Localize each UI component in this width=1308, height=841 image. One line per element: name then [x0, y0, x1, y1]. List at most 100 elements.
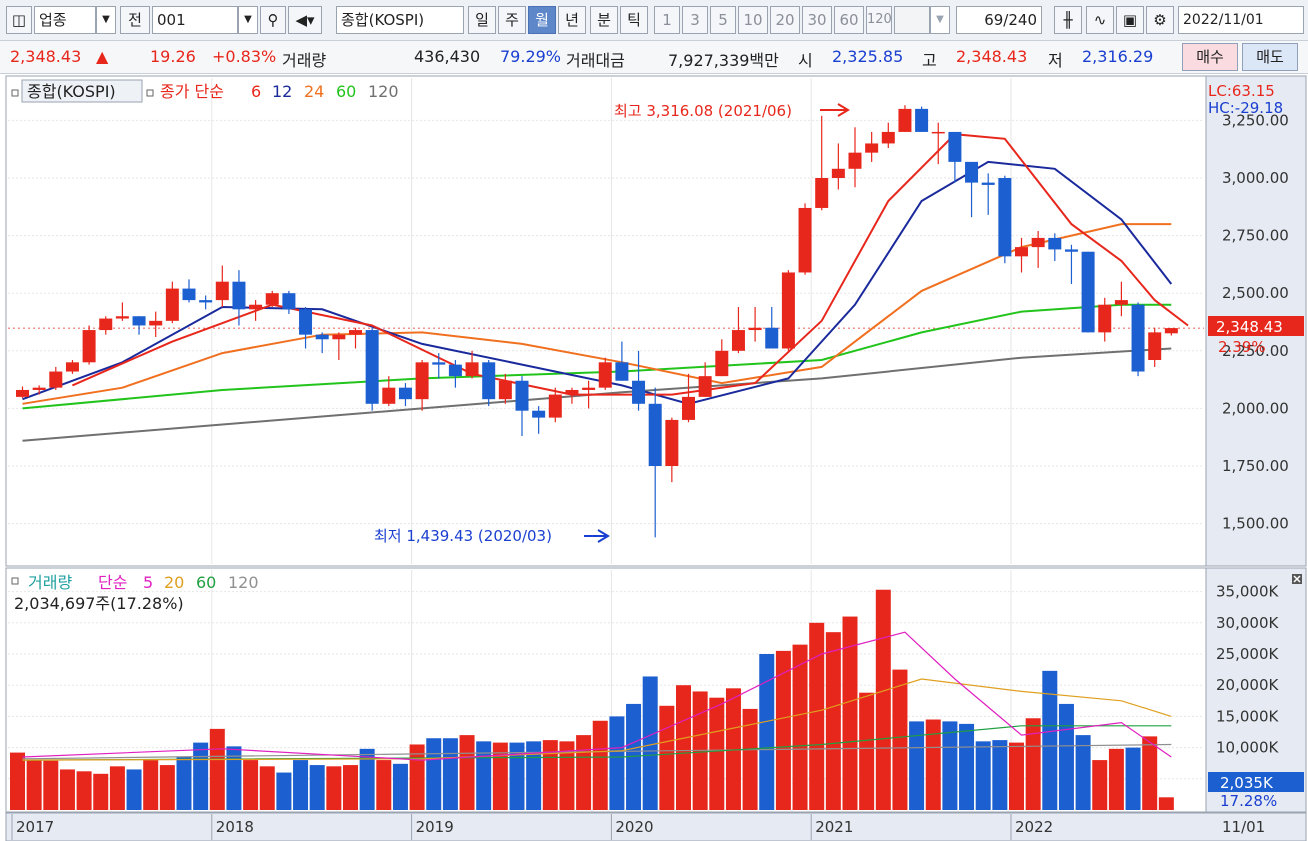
volume-bar: [442, 738, 458, 810]
volume-bar: [93, 773, 109, 810]
volume-bar: [1075, 735, 1091, 810]
volume-bar: [376, 760, 392, 810]
candle-body: [765, 327, 779, 349]
legend-ma120: 120: [368, 82, 399, 101]
candle-body: [1015, 247, 1028, 257]
volume-bar: [709, 697, 725, 810]
candle-body: [648, 403, 662, 466]
volume-bar: [1009, 742, 1024, 810]
price-panel[interactable]: [5, 75, 1207, 567]
volume-bar: [476, 741, 492, 810]
volume-bar: [859, 692, 875, 810]
candle-body: [232, 281, 246, 310]
volume-bar: [942, 721, 958, 810]
candle-body: [548, 394, 562, 418]
legend-ma-label: 종가 단순: [160, 82, 224, 101]
candle-body: [781, 272, 795, 349]
volume-tick-label: 25,000K: [1216, 645, 1279, 663]
volume-bar: [592, 720, 608, 810]
candle-body: [349, 330, 362, 335]
candle-body: [532, 410, 546, 418]
time-axis: [5, 812, 1307, 841]
volume-bar: [243, 760, 259, 810]
candle-body: [165, 288, 179, 321]
volume-bar: [1042, 670, 1058, 810]
volume-bar: [1108, 748, 1124, 810]
volume-bar: [76, 771, 92, 810]
volume-bar: [792, 644, 808, 810]
volume-bar: [1125, 747, 1141, 810]
price-tick-label: 1,750.00: [1222, 457, 1289, 475]
year-label: 2019: [416, 818, 454, 836]
volume-bar: [1158, 797, 1174, 810]
candle-body: [315, 334, 329, 340]
candle-body: [565, 389, 579, 395]
volume-bar: [609, 716, 625, 810]
candle-body: [432, 362, 446, 365]
volume-bar: [143, 760, 159, 810]
year-label: 2020: [615, 818, 653, 836]
candle-body: [698, 376, 712, 397]
candle-body: [415, 362, 429, 400]
price-volume-chart[interactable]: 3,250.003,000.002,750.002,500.002,250.00…: [0, 0, 1308, 841]
candle-body: [182, 288, 196, 301]
volume-bar: [43, 760, 59, 810]
candle-body: [199, 300, 213, 303]
candle-body: [1064, 249, 1078, 252]
candle-body: [82, 330, 96, 363]
volume-bar: [392, 763, 408, 810]
volume-bar: [576, 735, 592, 810]
volume-bar: [426, 738, 442, 810]
candle-body: [299, 309, 313, 335]
current-price-label: 2,348.43: [1216, 318, 1283, 336]
candle-body: [1081, 251, 1095, 333]
candle-body: [1048, 237, 1062, 250]
volume-bar: [1092, 760, 1108, 810]
candle-body: [831, 168, 845, 178]
volume-bar: [542, 740, 558, 810]
volume-info: 2,034,697주(17.28%): [14, 594, 184, 613]
candle-body: [948, 131, 962, 162]
candle-body: [49, 371, 63, 388]
volume-tick-label: 20,000K: [1216, 676, 1279, 694]
candle-body: [715, 350, 729, 377]
volume-bar: [259, 766, 275, 810]
legend-ma12: 12: [272, 82, 292, 101]
candle-body: [865, 143, 879, 153]
volume-bar: [759, 654, 775, 810]
candle-body: [965, 161, 979, 183]
current-price-pct: 2.39%: [1218, 338, 1266, 356]
volume-bar: [326, 766, 342, 810]
volume-bar: [159, 765, 175, 810]
volume-legend-label: 거래량: [28, 573, 72, 592]
volume-bar: [526, 741, 542, 810]
volume-tick-label: 35,000K: [1216, 583, 1279, 601]
candle-body: [998, 178, 1012, 257]
candle-body: [931, 131, 945, 134]
volume-bar: [975, 741, 991, 810]
candle-body: [798, 207, 812, 273]
candle-body: [265, 293, 279, 305]
volume-bar: [343, 765, 358, 810]
legend-ma24: 24: [304, 82, 324, 101]
candle-body: [582, 387, 596, 390]
volume-legend-ma20: 20: [164, 573, 184, 592]
year-label: 2022: [1015, 818, 1053, 836]
legend-ma6: 6: [251, 82, 261, 101]
volume-bar: [1058, 703, 1074, 810]
volume-bar: [176, 756, 192, 810]
volume-bar: [309, 765, 325, 810]
candle-body: [498, 380, 512, 400]
volume-bar: [26, 760, 42, 810]
volume-bar: [193, 742, 209, 810]
candle-body: [32, 387, 46, 390]
candle-body: [482, 362, 496, 400]
legend-ma60: 60: [336, 82, 356, 101]
candle-body: [465, 362, 479, 377]
volume-bar: [875, 589, 891, 810]
candle-body: [981, 182, 995, 185]
volume-bar: [109, 766, 125, 810]
candle-body: [1114, 300, 1128, 305]
legend-name: 종합(KOSPI): [27, 82, 116, 101]
candle-body: [515, 380, 529, 411]
